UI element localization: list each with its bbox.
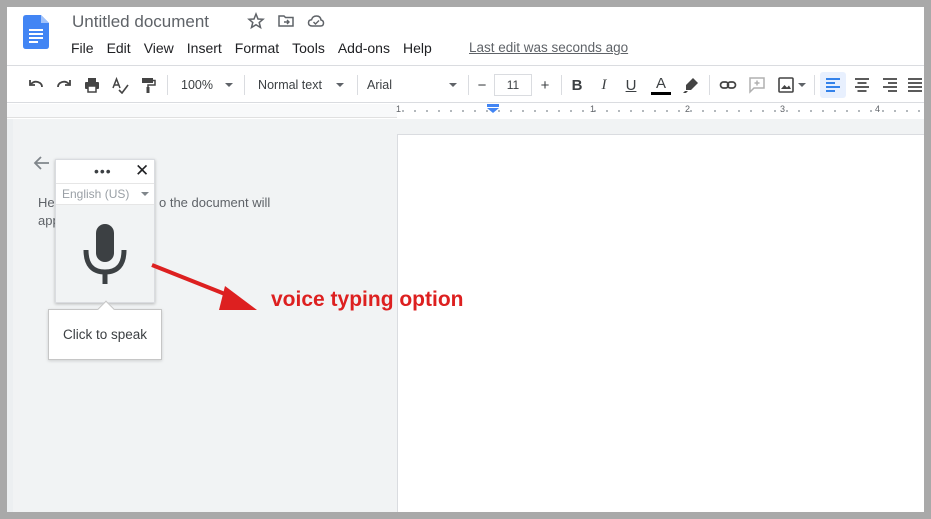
- decrease-font-size-button[interactable]: −: [472, 66, 492, 104]
- font-size-input[interactable]: 11: [494, 74, 532, 96]
- toolbar-divider: [244, 75, 245, 95]
- chevron-down-icon: [797, 83, 806, 87]
- toolbar-divider: [561, 75, 562, 95]
- align-center-icon: [855, 78, 869, 92]
- paragraph-style-value: Normal text: [258, 78, 322, 92]
- voice-hint-text-end: o the document will: [159, 195, 271, 210]
- chevron-down-icon: [224, 83, 233, 87]
- horizontal-ruler[interactable]: 1 1 2 3 4: [7, 104, 924, 118]
- menu-format[interactable]: Format: [235, 40, 279, 60]
- undo-button[interactable]: [24, 66, 48, 104]
- menu-view[interactable]: View: [144, 40, 174, 60]
- docs-window: Untitled document File Edit View Insert …: [7, 7, 924, 512]
- cloud-saved-icon[interactable]: [307, 12, 325, 30]
- star-icon[interactable]: [247, 12, 265, 30]
- underline-label: U: [625, 76, 637, 94]
- ruler-number: 3: [780, 104, 786, 114]
- menu-help[interactable]: Help: [403, 40, 432, 60]
- menu-add-ons[interactable]: Add-ons: [338, 40, 390, 60]
- back-arrow-icon[interactable]: [32, 153, 52, 173]
- ruler-number: 2: [685, 104, 691, 114]
- align-right-button[interactable]: [878, 66, 902, 104]
- font-select[interactable]: Arial: [367, 66, 463, 104]
- increase-font-size-button[interactable]: +: [535, 66, 555, 104]
- toolbar: 100% Normal text Arial − 11 + B I U A: [7, 65, 924, 103]
- increase-label: +: [540, 76, 550, 94]
- chevron-down-icon: [335, 83, 344, 87]
- annotation-arrow-icon: [151, 263, 257, 310]
- document-title[interactable]: Untitled document: [72, 12, 209, 32]
- align-center-button[interactable]: [850, 66, 874, 104]
- spellcheck-button[interactable]: [108, 66, 132, 104]
- print-icon: [85, 78, 99, 93]
- paint-format-icon: [142, 78, 156, 93]
- paragraph-style-select[interactable]: Normal text: [253, 66, 349, 104]
- decrease-label: −: [477, 76, 487, 94]
- ruler-number: 4: [875, 104, 881, 114]
- toolbar-divider: [167, 75, 168, 95]
- menu-file[interactable]: File: [71, 40, 94, 60]
- vertical-ruler[interactable]: [7, 119, 13, 512]
- bold-label: B: [571, 76, 583, 94]
- indent-marker-icon[interactable]: [487, 104, 499, 113]
- italic-label: I: [601, 76, 607, 93]
- bold-button[interactable]: B: [566, 66, 588, 104]
- redo-icon: [57, 80, 71, 88]
- tooltip-text: Click to speak: [62, 327, 148, 342]
- toolbar-divider: [814, 75, 815, 95]
- document-page[interactable]: [397, 134, 924, 512]
- menu-insert[interactable]: Insert: [187, 40, 222, 60]
- italic-button[interactable]: I: [593, 66, 615, 104]
- insert-image-button[interactable]: [774, 66, 808, 104]
- insert-link-button[interactable]: [716, 66, 740, 104]
- undo-icon: [29, 80, 43, 88]
- move-folder-icon[interactable]: [277, 12, 295, 30]
- microphone-icon[interactable]: [80, 220, 130, 290]
- zoom-value: 100%: [181, 78, 213, 92]
- zoom-select[interactable]: 100%: [177, 66, 237, 104]
- voice-hint-text-start: He: [38, 195, 55, 210]
- comment-icon: [749, 77, 765, 94]
- last-edit-link[interactable]: Last edit was seconds ago: [469, 40, 628, 55]
- toolbar-divider: [468, 75, 469, 95]
- voice-widget-header: ••• ✕: [56, 160, 154, 184]
- toolbar-divider: [709, 75, 710, 95]
- text-color-swatch: [651, 91, 671, 95]
- chevron-down-icon: [449, 83, 458, 87]
- ruler-number: 1: [396, 104, 402, 114]
- ruler-ticks: [397, 110, 924, 112]
- align-right-icon: [883, 78, 897, 92]
- annotation-label: voice typing option: [271, 288, 464, 311]
- add-comment-button[interactable]: [745, 66, 769, 104]
- align-left-button[interactable]: [820, 72, 846, 98]
- text-color-label: A: [655, 74, 666, 92]
- language-value: English (US): [62, 187, 130, 201]
- click-to-speak-tooltip: Click to speak: [48, 300, 162, 360]
- toolbar-divider: [357, 75, 358, 95]
- paint-format-button[interactable]: [136, 66, 160, 104]
- image-icon: [777, 77, 794, 93]
- highlight-button[interactable]: [679, 66, 703, 104]
- text-color-button[interactable]: A: [649, 66, 673, 104]
- more-options-icon[interactable]: •••: [94, 163, 112, 179]
- docs-logo-icon[interactable]: [23, 15, 49, 49]
- spellcheck-icon: [112, 76, 129, 94]
- font-value: Arial: [367, 78, 393, 92]
- print-button[interactable]: [80, 66, 104, 104]
- menu-tools[interactable]: Tools: [292, 40, 325, 60]
- link-icon: [719, 81, 737, 89]
- redo-button[interactable]: [52, 66, 76, 104]
- ruler-number: 1: [590, 104, 596, 114]
- underline-button[interactable]: U: [620, 66, 642, 104]
- highlight-pen-icon: [683, 78, 698, 93]
- language-select[interactable]: English (US): [56, 184, 154, 205]
- menu-bar: File Edit View Insert Format Tools Add-o…: [71, 40, 445, 60]
- chevron-down-icon: [141, 192, 150, 196]
- close-button[interactable]: ✕: [135, 161, 149, 181]
- align-left-icon: [826, 78, 840, 92]
- justify-icon: [908, 78, 922, 92]
- justify-button[interactable]: [906, 66, 924, 104]
- voice-typing-widget: ••• ✕ English (US): [55, 159, 155, 303]
- menu-edit[interactable]: Edit: [107, 40, 131, 60]
